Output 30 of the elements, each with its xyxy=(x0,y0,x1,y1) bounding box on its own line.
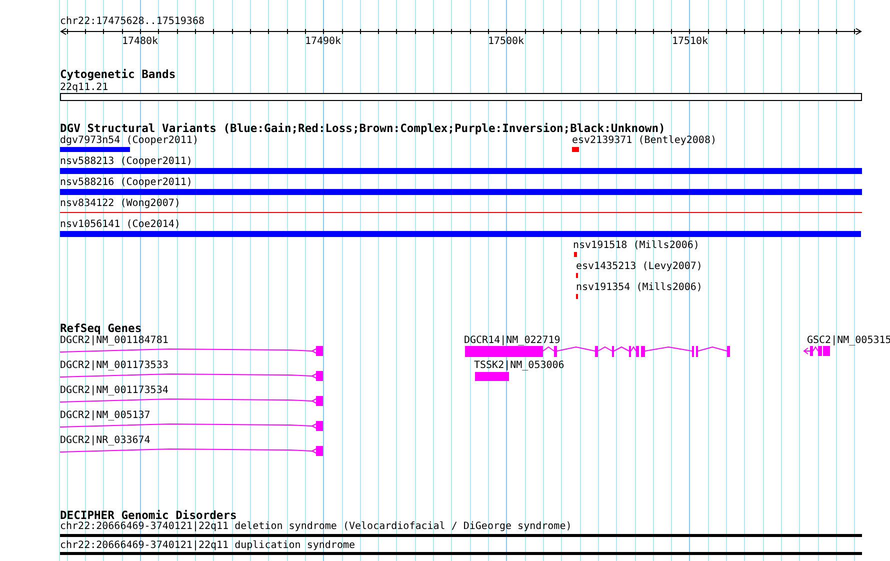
tick-label: 17510k xyxy=(672,36,708,47)
track-title: DGV Structural Variants (Blue:Gain;Red:Loss;Brown:Complex;Purple:Inversion;Black:Unknown) xyxy=(60,122,666,135)
variant-label: nsv834122 (Wong2007) xyxy=(60,198,180,209)
location-label: chr22:17475628..17519368 xyxy=(60,16,204,27)
band-label: 22q11.21 xyxy=(60,82,108,93)
disorder-label: chr22:20666469-3740121|22q11 duplication syndrome xyxy=(60,540,356,551)
variant-label: nsv191354 (Mills2006) xyxy=(576,282,702,293)
variant-label: nsv588213 (Cooper2011) xyxy=(60,156,192,167)
variant-label: dgv7973n54 (Cooper2011) xyxy=(60,135,198,146)
tick-label: 17490k xyxy=(304,36,342,47)
disorder-label: chr22:20666469-3740121|22q11 deletion syndrome (Velocardiofacial / DiGeorge syndrome) xyxy=(60,521,572,532)
variant-label: esv1435213 (Levy2007) xyxy=(576,261,702,272)
gene-label: DGCR2|NM_001173533 xyxy=(60,360,168,371)
gene-model-drawing xyxy=(475,372,509,381)
tick-label: 17500k xyxy=(488,36,524,47)
gene-label: DGCR2|NM_001173534 xyxy=(60,385,168,396)
variant-label: nsv1056141 (Coe2014) xyxy=(60,219,180,230)
tick-label: 17480k xyxy=(122,36,158,47)
track-title: RefSeq Genes xyxy=(60,322,142,335)
variant-label: nsv588216 (Cooper2011) xyxy=(60,177,192,188)
variant-label: esv2139371 (Bentley2008) xyxy=(572,135,716,146)
gene-label: DGCR14|NM_022719 xyxy=(464,335,560,346)
gene-label: TSSK2|NM_053006 xyxy=(474,360,564,371)
variant-label: nsv191518 (Mills2006) xyxy=(573,240,700,251)
track-title: DECIPHER Genomic Disorders xyxy=(60,509,237,522)
gene-label: DGCR2|NM_001184781 xyxy=(60,335,168,346)
gene-model-drawing xyxy=(803,346,830,356)
gene-label: DGCR2|NR_033674 xyxy=(60,435,150,446)
track-title: Cytogenetic Bands xyxy=(60,68,176,81)
gene-label: DGCR2|NM_005137 xyxy=(60,410,150,421)
